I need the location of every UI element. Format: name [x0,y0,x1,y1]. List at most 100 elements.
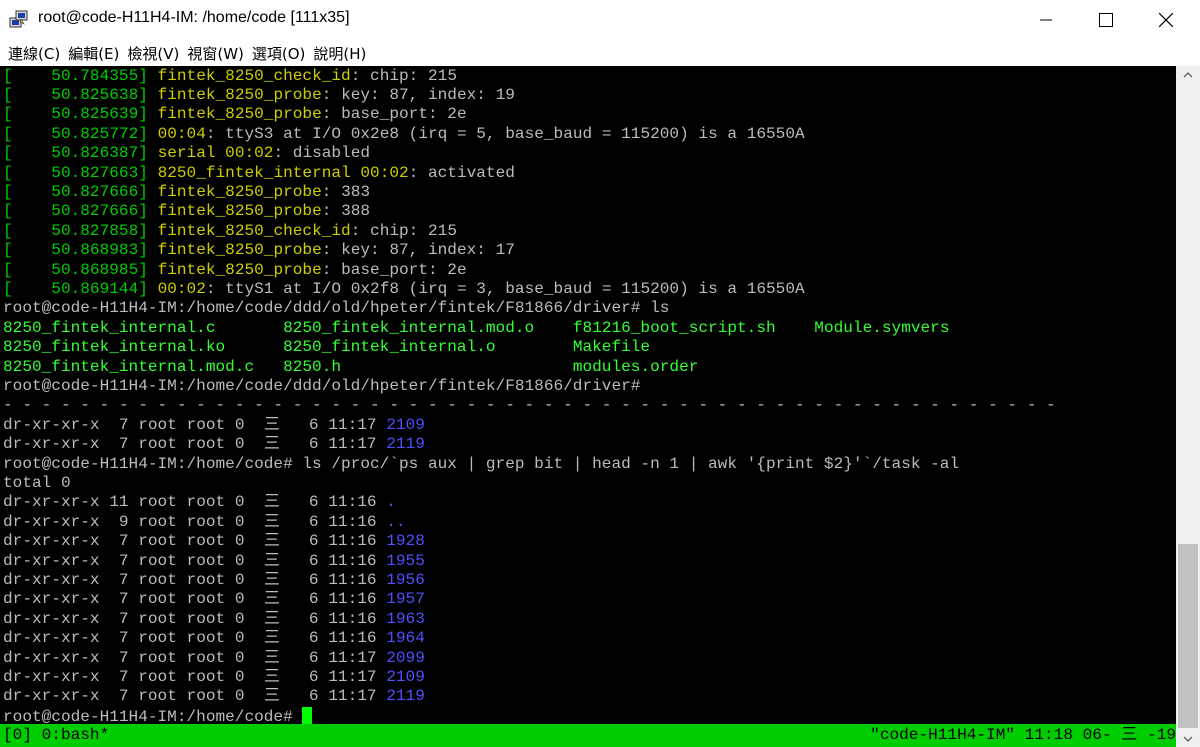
menu-view[interactable]: 檢視(V) [119,40,179,66]
scroll-up-button[interactable] [1176,66,1200,83]
file-day: 6 [279,687,329,706]
kernel-message: : ttyS3 at I/O 0x2e8 (irq = 5, base_baud… [205,124,805,143]
menu-connection[interactable]: 連線(C) [0,40,60,66]
file-month: 三 [263,415,280,434]
menu-options[interactable]: 選項(O) [244,40,306,66]
file-size: 0 [234,493,245,512]
terminal-screen[interactable]: [ 50.784355] fintek_8250_check_id: chip:… [0,66,1176,747]
file-permissions: dr-xr-xr-x [3,590,100,609]
file-size: 0 [234,551,245,570]
text-cursor [302,706,313,725]
directory-listing-row: dr-xr-xr-x 7 root root 0 三 6 11:17 2109 [3,668,425,687]
link-count: 7 [99,590,139,609]
listing-total: total 0 [3,474,71,493]
file-owner: root [138,667,177,686]
vertical-scrollbar[interactable] [1176,66,1200,747]
ls-file-name: 8250_fintek_internal.mod.c [3,357,284,376]
file-size: 0 [234,415,245,434]
file-size: 0 [234,687,245,706]
file-permissions: dr-xr-xr-x [3,532,100,551]
kernel-timestamp: 50.784355 [12,66,139,85]
file-permissions: dr-xr-xr-x [3,667,100,686]
minimize-button[interactable] [1023,0,1069,40]
shell-prompt: root@code-H11H4-IM:/home/code/ddd/old/hp… [3,299,669,318]
file-day: 6 [279,435,329,454]
scroll-down-button[interactable] [1176,730,1200,747]
kernel-bracket: [ [3,124,13,143]
prompt-text: root@code-H11H4-IM:/home/code/ddd/old/hp… [3,299,670,318]
file-owner: root [138,570,177,589]
file-permissions: dr-xr-xr-x [3,512,100,531]
file-permissions: dr-xr-xr-x [3,415,100,434]
menu-help[interactable]: 說明(H) [305,40,366,66]
kernel-source: fintek_8250_probe [157,202,322,221]
directory-listing-row: dr-xr-xr-x 7 root root 0 三 6 11:16 1955 [3,552,425,571]
file-size: 0 [234,512,245,531]
directory-name: .. [386,512,406,531]
kernel-bracket: ] [138,279,158,298]
link-count: 7 [99,629,139,648]
file-day: 6 [279,609,329,628]
kernel-bracket: [ [3,144,13,163]
kernel-bracket: ] [138,202,158,221]
file-permissions: dr-xr-xr-x [3,629,100,648]
file-size: 0 [234,648,245,667]
kernel-log-line: [ 50.825638] fintek_8250_probe: key: 87,… [3,86,515,105]
kernel-source: fintek_8250_probe [157,241,322,260]
menu-window[interactable]: 視窗(W) [179,40,244,66]
kernel-log-line: [ 50.827666] fintek_8250_probe: 383 [3,183,370,202]
directory-listing-row: dr-xr-xr-x 7 root root 0 三 6 11:16 1964 [3,629,425,648]
scrollbar-thumb[interactable] [1178,544,1198,728]
file-group: root [186,551,226,570]
maximize-button[interactable] [1083,0,1129,40]
kernel-bracket: [ [3,241,13,260]
ls-file-name: 8250_fintek_internal.o [283,338,573,357]
kernel-timestamp: 50.827666 [12,182,139,201]
file-month: 三 [263,667,280,686]
kernel-message: : disabled [273,144,371,163]
title-bar[interactable]: root@code-H11H4-IM: /home/code [111x35] [0,0,1200,40]
kernel-source: serial 00:02 [157,144,274,163]
file-group: root [186,590,226,609]
total-text: total 0 [3,473,71,492]
window-title: root@code-H11H4-IM: /home/code [111x35] [38,9,350,26]
kernel-bracket: [ [3,182,13,201]
ls-file-name: 8250_fintek_internal.mod.o [283,318,573,337]
directory-name: 2109 [386,667,425,686]
directory-listing-row: dr-xr-xr-x 7 root root 0 三 6 11:16 1963 [3,610,425,629]
kernel-message: : key: 87, index: 17 [321,241,515,260]
file-owner: root [138,609,177,628]
file-month: 三 [263,435,280,454]
kernel-source: 00:02 [157,279,206,298]
directory-listing-row: dr-xr-xr-x 7 root root 0 三 6 11:16 1956 [3,571,425,590]
file-month: 三 [263,687,280,706]
link-count: 7 [99,415,139,434]
close-button[interactable] [1143,0,1189,40]
file-time: 11:17 [328,435,377,454]
file-month: 三 [263,590,280,609]
kernel-source: fintek_8250_probe [157,85,322,104]
kernel-log-line: [ 50.825772] 00:04: ttyS3 at I/O 0x2e8 (… [3,125,805,144]
maximize-icon [1099,13,1113,27]
file-time: 11:16 [328,590,377,609]
kernel-source: fintek_8250_check_id [157,66,351,85]
kernel-log-line: [ 50.868985] fintek_8250_probe: base_por… [3,261,467,280]
menu-edit[interactable]: 編輯(E) [60,40,119,66]
